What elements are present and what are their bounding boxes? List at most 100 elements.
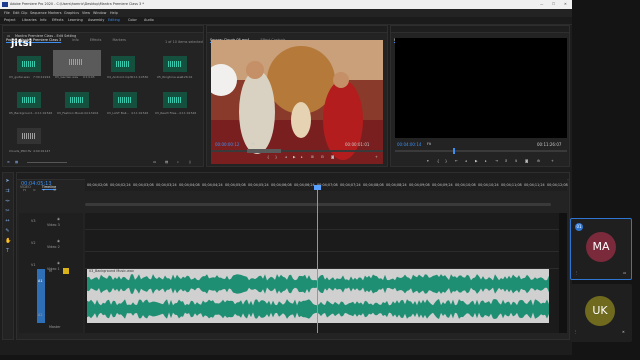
program-fit-select[interactable]: Fit	[427, 142, 431, 146]
mark-in-icon[interactable]: {	[437, 159, 439, 163]
menu-graphics[interactable]: Graphics	[64, 11, 79, 15]
playhead-handle[interactable]	[314, 185, 321, 190]
settings-icon[interactable]: ⚙	[537, 159, 540, 163]
workspace-tab[interactable]: Color	[128, 18, 137, 22]
list-view-icon[interactable]: ≡	[7, 160, 10, 164]
razor-tool-icon[interactable]: ✂	[5, 209, 10, 214]
add-button-icon[interactable]: +	[375, 155, 378, 159]
overwrite-icon[interactable]: ⊟	[321, 155, 324, 159]
track-select-tool-icon[interactable]: ⇉	[5, 189, 10, 194]
eye-icon[interactable]: ◉	[57, 217, 60, 221]
source-fit-select[interactable]: Fit	[251, 142, 255, 146]
menu-view[interactable]: View	[82, 11, 90, 15]
camera-icon[interactable]: ◙	[525, 159, 528, 163]
workspace-tab[interactable]: Audio	[144, 18, 154, 22]
menu-clip[interactable]: Clip	[21, 11, 27, 15]
trash-icon[interactable]: ▯	[189, 160, 191, 164]
workspace-tab[interactable]: Learning	[68, 18, 83, 22]
snap-icon[interactable]: ⊓	[23, 188, 26, 192]
clip-thumbnail[interactable]	[111, 56, 135, 72]
clip-thumbnail[interactable]	[17, 92, 41, 108]
maximize-button[interactable]: ☐	[552, 2, 555, 6]
program-scrubber[interactable]	[395, 150, 567, 152]
insert-icon[interactable]: ⊞	[311, 155, 314, 159]
solo-button[interactable]	[63, 268, 69, 274]
clip-thumbnail[interactable]	[163, 56, 187, 72]
workspace-tab[interactable]: Effects	[52, 18, 64, 22]
add-button-icon[interactable]: +	[551, 159, 554, 163]
ripple-edit-tool-icon[interactable]: ⟛	[5, 199, 10, 204]
eye-icon[interactable]: ◉	[57, 261, 60, 265]
extract-icon[interactable]: ⊻	[515, 159, 517, 163]
tab-effects[interactable]: Effects	[87, 37, 105, 43]
go-to-in-icon[interactable]: ⇤	[455, 159, 458, 163]
minimize-button[interactable]: —	[540, 2, 543, 6]
step-forward-icon[interactable]: ▸	[301, 155, 303, 159]
step-forward-icon[interactable]: ▸	[485, 159, 487, 163]
mark-in-icon[interactable]: {	[267, 155, 269, 159]
track-id-v3[interactable]: V3	[31, 219, 35, 223]
clip-thumbnail[interactable]	[17, 128, 41, 144]
source-in-out-range[interactable]	[247, 149, 281, 153]
go-to-out-icon[interactable]: ⇥	[495, 159, 498, 163]
track-id-v1[interactable]: V1	[31, 263, 35, 267]
zoom-slider[interactable]	[27, 162, 67, 163]
play-icon[interactable]: ▶	[293, 155, 296, 159]
icon-view-icon[interactable]: ▦	[15, 160, 18, 164]
track-id-a2[interactable]: A2	[38, 313, 42, 317]
mark-out-icon[interactable]: }	[445, 159, 447, 163]
workspace-tab[interactable]: Info	[40, 18, 46, 22]
source-timecode-in[interactable]: 00:00:00:12	[215, 142, 239, 147]
workspace-tab-active[interactable]: Editing	[108, 18, 120, 22]
menu-file[interactable]: File	[4, 11, 10, 15]
search-icon[interactable]: ⌕	[177, 160, 179, 164]
menu-markers[interactable]: Markers	[48, 11, 62, 15]
play-icon[interactable]: ▶	[475, 159, 478, 163]
timeline-zoom-scrollbar[interactable]	[85, 203, 551, 206]
clip-thumbnail-selected[interactable]	[53, 50, 101, 76]
track-id-a1[interactable]: A1	[38, 279, 42, 283]
add-marker-icon[interactable]: ▾	[43, 188, 45, 192]
wrench-icon[interactable]: ⚒	[53, 188, 56, 192]
workspace-tab[interactable]: Project	[4, 18, 16, 22]
mute-icon[interactable]: M	[49, 269, 52, 273]
menu-window[interactable]: Window	[93, 11, 106, 15]
menu-edit[interactable]: Edit	[13, 11, 20, 15]
menu-sequence[interactable]: Sequence	[30, 11, 47, 15]
camera-icon[interactable]: ◙	[331, 155, 334, 159]
more-options-icon[interactable]: ⋮	[574, 330, 577, 334]
step-back-icon[interactable]: ◂	[285, 155, 287, 159]
workspace-tab[interactable]: Libraries	[22, 18, 37, 22]
source-scrubber[interactable]	[211, 150, 383, 152]
clip-thumbnail[interactable]	[163, 92, 187, 108]
track-id-v2[interactable]: V2	[31, 241, 35, 245]
tab-markers[interactable]: Markers	[109, 37, 129, 43]
eye-icon[interactable]: ◉	[57, 239, 60, 243]
program-timecode-in[interactable]: 00:04:00:14	[397, 142, 421, 147]
linked-selection-icon[interactable]: ⊂	[33, 188, 36, 192]
selection-tool-icon[interactable]: ➤	[5, 179, 10, 184]
audio-clip[interactable]: 03_Background Music.wav	[87, 269, 549, 323]
lift-icon[interactable]: ⊼	[505, 159, 507, 163]
participant-tile[interactable]: UK ⋮ ✕	[570, 284, 632, 342]
time-ruler[interactable]: 00;04;02;08 00;04;02;24 00;04;03;08 00;0…	[85, 179, 568, 191]
new-bin-icon[interactable]: ▭	[153, 160, 156, 164]
marker-icon[interactable]: ▾	[427, 159, 429, 163]
clip-thumbnail[interactable]	[65, 92, 89, 108]
step-back-icon[interactable]: ◂	[465, 159, 467, 163]
close-button[interactable]: ✕	[564, 2, 567, 6]
clip-thumbnail[interactable]	[17, 56, 41, 72]
slip-tool-icon[interactable]: ↔	[5, 219, 10, 224]
menu-help[interactable]: Help	[110, 11, 118, 15]
new-item-icon[interactable]: ▤	[165, 160, 168, 164]
pen-tool-icon[interactable]: ✎	[5, 229, 10, 234]
program-playhead[interactable]	[453, 148, 455, 154]
mark-out-icon[interactable]: }	[275, 155, 277, 159]
clip-thumbnail[interactable]	[113, 92, 137, 108]
timeline-timecode[interactable]: 00:04:05:13	[21, 181, 52, 187]
playhead-line[interactable]	[317, 189, 318, 333]
more-options-icon[interactable]: ⋮	[575, 271, 578, 275]
type-tool-icon[interactable]: T	[5, 249, 10, 254]
workspace-tab[interactable]: Assembly	[88, 18, 104, 22]
participant-tile-active[interactable]: 01 MA ⋮ ▭	[570, 218, 632, 280]
